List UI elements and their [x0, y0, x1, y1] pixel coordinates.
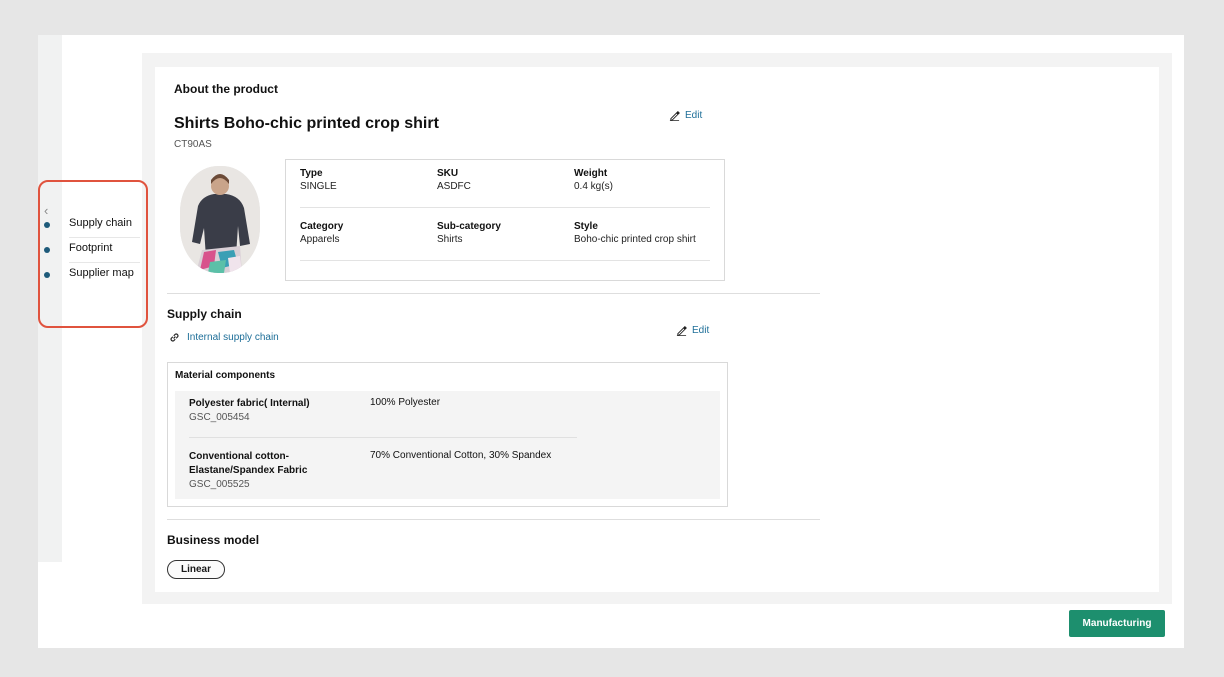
material-code: GSC_005525	[189, 479, 250, 490]
about-edit-button[interactable]: Edit	[669, 110, 702, 121]
material-name-line: Conventional cotton-	[189, 451, 289, 462]
material-name-line: Elastane/Spandex Fabric	[189, 465, 308, 476]
attr-value: Boho-chic printed crop shirt	[574, 234, 696, 245]
divider	[189, 437, 577, 438]
side-nav-item-supply-chain[interactable]: Supply chain	[44, 214, 140, 238]
attr-value: ASDFC	[437, 181, 471, 192]
divider	[69, 237, 140, 238]
link-icon	[170, 333, 179, 342]
attr-category: Category Apparels	[300, 220, 343, 246]
product-title: Shirts Boho-chic printed crop shirt	[174, 115, 439, 132]
material-code: GSC_005454	[189, 412, 250, 423]
attr-sku: SKU ASDFC	[437, 167, 471, 193]
pencil-icon	[669, 111, 680, 121]
material-composition: 70% Conventional Cotton, 30% Spandex	[370, 450, 552, 461]
business-model-pill[interactable]: Linear	[167, 560, 225, 579]
nav-dot-icon	[44, 222, 50, 228]
attr-value: 0.4 kg(s)	[574, 181, 613, 192]
pencil-icon	[676, 326, 687, 336]
product-image	[180, 166, 260, 273]
attr-key: Sub-category	[437, 221, 501, 232]
nav-dot-icon	[44, 247, 50, 253]
attr-key: Type	[300, 168, 323, 179]
about-section-title: About the product	[174, 82, 278, 96]
material-name: Polyester fabric( Internal)	[189, 397, 310, 411]
attr-key: Weight	[574, 168, 608, 179]
internal-supply-chain-link[interactable]: Internal supply chain	[168, 331, 279, 344]
material-components-title: Material components	[175, 370, 276, 381]
material-name-line: Polyester fabric( Internal)	[189, 398, 310, 409]
business-model-section-title: Business model	[167, 533, 260, 547]
divider	[69, 262, 140, 263]
supply-chain-edit-button[interactable]: Edit	[676, 325, 709, 336]
attr-key: Category	[300, 221, 344, 232]
section-divider	[167, 519, 820, 520]
product-card	[155, 67, 1159, 592]
nav-dot-icon	[44, 272, 50, 278]
manufacturing-button[interactable]: Manufacturing	[1069, 610, 1165, 637]
attr-type: Type SINGLE	[300, 167, 337, 193]
attr-value: Apparels	[300, 234, 340, 245]
edit-label: Edit	[685, 110, 703, 121]
attr-value: Shirts	[437, 234, 463, 245]
attr-key: SKU	[437, 168, 459, 179]
side-nav-item-label: Supplier map	[69, 267, 134, 279]
supply-chain-section-title: Supply chain	[167, 307, 242, 321]
attr-value: SINGLE	[300, 181, 337, 192]
attr-key: Style	[574, 221, 598, 232]
divider	[300, 207, 710, 208]
divider	[300, 260, 710, 261]
product-code: CT90AS	[174, 139, 212, 150]
attr-weight: Weight 0.4 kg(s)	[574, 167, 613, 193]
side-nav-item-supplier-map[interactable]: Supplier map	[44, 264, 140, 288]
side-nav-item-label: Supply chain	[69, 217, 132, 229]
section-divider	[167, 293, 820, 294]
material-composition: 100% Polyester	[370, 397, 441, 408]
side-nav-item-footprint[interactable]: Footprint	[44, 239, 140, 263]
edit-label: Edit	[692, 325, 710, 336]
link-label: Internal supply chain	[187, 332, 279, 343]
attr-sub-category: Sub-category Shirts	[437, 220, 501, 246]
side-nav-item-label: Footprint	[69, 242, 113, 254]
attr-style: Style Boho-chic printed crop shirt	[574, 220, 696, 246]
material-name: Conventional cotton- Elastane/Spandex Fa…	[189, 450, 307, 478]
